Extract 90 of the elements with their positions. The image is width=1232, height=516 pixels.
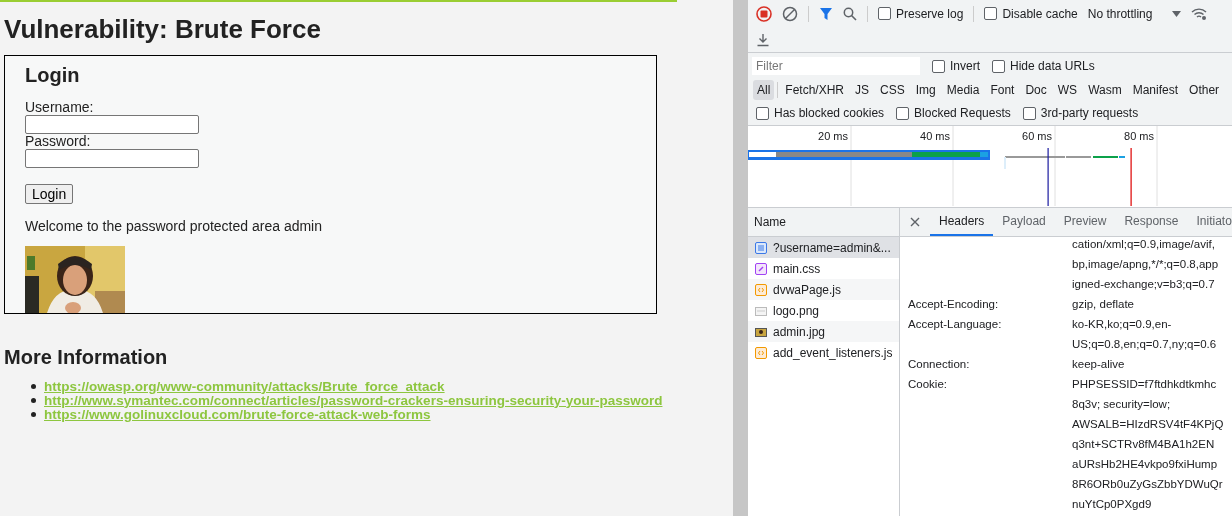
throttling-dropdown[interactable]: No throttling — [1087, 6, 1153, 21]
close-icon[interactable] — [910, 217, 920, 227]
bullet-icon — [31, 411, 36, 417]
header-name: Accept-Language: — [908, 317, 1003, 332]
checkbox[interactable]: Hide data URLs — [992, 59, 1095, 73]
header-name: Connection: — [908, 357, 971, 372]
request-row[interactable]: add_event_listeners.js — [748, 342, 899, 363]
request-row[interactable]: ?username=admin&... — [748, 237, 899, 258]
image-icon — [755, 305, 767, 316]
input-field[interactable] — [25, 115, 199, 134]
filter-field[interactable]: Filter — [752, 57, 920, 75]
type-filter[interactable]: Wasm — [1084, 80, 1126, 100]
type-filter[interactable]: Img — [911, 80, 940, 100]
script-icon — [755, 283, 767, 296]
image-icon — [755, 326, 767, 337]
request-name: add_event_listeners.js — [773, 345, 893, 360]
detail-tab[interactable]: Headers — [930, 208, 994, 236]
request-row[interactable]: dvwaPage.js — [748, 279, 899, 300]
header-value: 8q3v; security=low; — [1072, 397, 1172, 412]
header-value: q3nt+SCTRv8fM4BA1h2EN — [1072, 437, 1216, 452]
request-name: dvwaPage.js — [773, 282, 842, 297]
type-filter[interactable]: CSS — [876, 80, 909, 100]
network-conditions-icon[interactable] — [1191, 7, 1208, 20]
type-filter[interactable]: All — [753, 80, 775, 100]
detail-tab[interactable]: Payload — [993, 208, 1055, 236]
header-value: nuYtCp0PXgd9 — [1072, 497, 1153, 512]
welcome-message: Welcome to the password protected area admin — [25, 218, 323, 234]
request-name: admin.jpg — [773, 324, 826, 339]
input-field[interactable] — [25, 149, 199, 168]
header-value: gzip, deflate — [1072, 297, 1135, 312]
section-heading: More Information — [4, 346, 169, 369]
field-label: Password: — [25, 134, 92, 149]
record-icon[interactable] — [756, 5, 772, 22]
checkbox[interactable]: Disable cache — [984, 6, 1078, 21]
dom-content-loaded-line — [1047, 148, 1049, 206]
detail-tab[interactable]: Preview — [1054, 208, 1116, 236]
header-value: bp,image/apng,*/*;q=0.8,app — [1072, 257, 1220, 272]
document-icon — [755, 241, 767, 254]
stylesheet-icon — [755, 262, 767, 275]
script-icon — [755, 346, 767, 359]
column-header[interactable]: Name — [748, 208, 899, 237]
request-row[interactable]: main.css — [748, 258, 899, 279]
tick-label: 20 ms — [818, 130, 848, 142]
bullet-icon — [31, 397, 36, 403]
header-value: AWSALB=HIzdRSV4tF4KPjQ — [1072, 417, 1225, 432]
header-name: Cookie: — [908, 377, 948, 392]
checkbox[interactable]: Invert — [932, 59, 980, 73]
caret-icon[interactable] — [1172, 10, 1182, 17]
detail-tab[interactable]: Initiato — [1187, 208, 1232, 236]
login-button[interactable]: Login — [25, 184, 74, 204]
page-title: Vulnerability: Brute Force — [4, 14, 322, 45]
request-row[interactable]: admin.jpg — [748, 321, 899, 342]
type-filter[interactable]: WS — [1053, 80, 1082, 100]
field-label: Username: — [25, 100, 95, 115]
checkbox[interactable]: Has blocked cookies — [756, 106, 885, 120]
header-value: keep-alive — [1072, 357, 1126, 372]
filter-icon[interactable] — [819, 6, 833, 21]
search-icon[interactable] — [843, 6, 857, 21]
bullet-icon — [31, 383, 36, 389]
header-name: Accept-Encoding: — [908, 297, 1000, 312]
download-icon[interactable] — [756, 32, 770, 47]
header-value: igned-exchange;v=b3;q=0.7 — [1072, 277, 1216, 292]
detail-tab[interactable]: Response — [1115, 208, 1188, 236]
tick-label: 60 ms — [1022, 130, 1052, 142]
request-name: ?username=admin&... — [773, 240, 891, 255]
request-name: main.css — [773, 261, 821, 276]
scrollbar[interactable] — [733, 0, 748, 516]
type-filter[interactable]: Font — [986, 80, 1019, 100]
header-value: PHPSESSID=f7ftdhkdtkmhc — [1072, 377, 1218, 392]
checkbox[interactable]: 3rd-party requests — [1022, 106, 1139, 120]
header-value: US;q=0.8,en;q=0.7,ny;q=0.6 — [1072, 337, 1218, 352]
checkbox[interactable]: Blocked Requests — [896, 106, 1011, 120]
type-filter[interactable]: Other — [1185, 80, 1224, 100]
type-filter[interactable]: JS — [851, 80, 874, 100]
header-value: 8R6ORb0uZyGsZbbYDWuQr — [1072, 477, 1224, 492]
request-name: logo.png — [773, 303, 820, 318]
load-line — [1130, 148, 1132, 206]
tick-label: 80 ms — [1124, 130, 1154, 142]
type-filter[interactable]: Manifest — [1128, 80, 1183, 100]
login-heading: Login — [25, 64, 81, 87]
header-value: ko-KR,ko;q=0.9,en- — [1072, 317, 1173, 332]
header-value: aURsHb2HE4vkpo9fxiHump — [1072, 457, 1219, 472]
tick-label: 40 ms — [920, 130, 950, 142]
request-row[interactable]: logo.png — [748, 300, 899, 321]
type-filter[interactable]: Media — [942, 80, 984, 100]
type-filter[interactable]: Fetch/XHR — [781, 80, 849, 100]
header-value: cation/xml;q=0.9,image/avif, — [1072, 237, 1216, 252]
type-filter[interactable]: Doc — [1021, 80, 1051, 100]
clear-icon[interactable] — [782, 5, 798, 22]
checkbox[interactable]: Preserve log — [878, 6, 964, 21]
